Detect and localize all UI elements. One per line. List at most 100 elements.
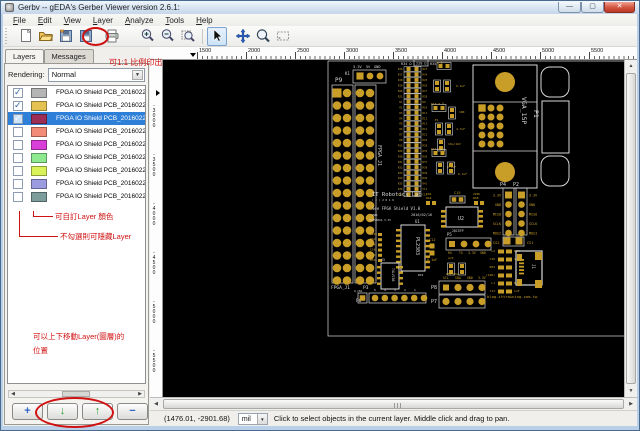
rendering-select[interactable]: Normal ▼ (47, 67, 145, 82)
layer-visibility-checkbox[interactable] (13, 126, 23, 137)
layer-visibility-checkbox[interactable] (13, 152, 23, 163)
layer-visibility-checkbox[interactable] (13, 178, 23, 189)
annotation-hide-note: 不勾選則可隱藏Layer (60, 232, 132, 241)
layer-row-2[interactable]: FPGA IO Shield PCB_20160225- (8, 99, 145, 112)
layer-color-swatch[interactable] (31, 87, 47, 98)
open-button[interactable] (36, 27, 56, 46)
layer-visibility-checkbox[interactable] (13, 139, 23, 150)
pcb-label: P2 (513, 182, 519, 188)
zoom-out-button[interactable] (158, 27, 178, 46)
scroll-left-arrow-icon[interactable]: ◀ (150, 398, 162, 410)
scroll-left-arrow-icon[interactable]: ◀ (9, 391, 17, 397)
layer-color-swatch[interactable] (31, 113, 47, 124)
canvas-vscrollbar[interactable]: ▲ ▼ (624, 60, 637, 397)
pcb-label: E1 (435, 118, 439, 122)
layer-row-4[interactable]: FPGA IO Shield PCB_20160225- (8, 125, 145, 138)
v-ruler-position-marker (156, 90, 160, 96)
hscrollbar-thumb[interactable] (163, 399, 624, 409)
layer-color-swatch[interactable] (31, 126, 47, 137)
pcb-pin (399, 266, 403, 269)
pcb-silkscreen-outline (400, 224, 426, 272)
add-layer-button[interactable]: + (12, 403, 43, 420)
pcb-label: R38 (423, 165, 428, 169)
menu-tools[interactable]: Tools (159, 16, 190, 25)
minimize-button[interactable]: — (558, 2, 581, 13)
canvas-hscrollbar[interactable]: ◀ ▶ (150, 397, 637, 410)
pcb-pad (414, 186, 419, 191)
menu-help[interactable]: Help (190, 16, 218, 25)
tab-messages[interactable]: Messages (43, 49, 94, 63)
title-bar[interactable]: Gerbv -- gEDA's Gerber Viewer version 2.… (1, 1, 639, 14)
zoom-in-button[interactable] (138, 27, 158, 46)
layer-row-3[interactable]: FPGA IO Shield PCB_20160225- (8, 112, 145, 125)
pcb-label: 5 (374, 288, 376, 292)
chevron-down-icon[interactable]: ▼ (256, 413, 267, 424)
revert-button[interactable] (56, 27, 76, 46)
pcb-pad (342, 138, 352, 148)
scroll-right-arrow-icon[interactable]: ▶ (625, 398, 637, 410)
save-button[interactable] (76, 27, 96, 46)
unit-select[interactable]: mil ▼ (237, 412, 268, 425)
move-layer-down-button[interactable]: ↓ (47, 403, 78, 420)
menu-analyze[interactable]: Analyze (119, 16, 159, 25)
chevron-down-icon[interactable]: ▼ (132, 69, 143, 80)
layer-row-6[interactable]: FPGA IO Shield PCB_20160225- (8, 151, 145, 164)
layer-visibility-checkbox[interactable] (13, 191, 23, 202)
vscrollbar-thumb[interactable] (626, 73, 636, 384)
menu-edit[interactable]: Edit (32, 16, 58, 25)
scrollbar-thumb[interactable] (62, 391, 90, 397)
print-button[interactable] (102, 27, 122, 46)
menu-layer[interactable]: Layer (87, 16, 119, 25)
layer-color-swatch[interactable] (31, 152, 47, 163)
layer-row-8[interactable]: FPGA IO Shield PCB_20160225. (8, 177, 145, 190)
menu-view[interactable]: View (58, 16, 87, 25)
maximize-button[interactable]: ▢ (581, 2, 604, 13)
tab-layers[interactable]: Layers (5, 49, 44, 64)
scroll-down-arrow-icon[interactable]: ▼ (625, 385, 637, 397)
layer-color-swatch[interactable] (31, 100, 47, 111)
menu-file[interactable]: File (7, 16, 32, 25)
pointer-tool-button[interactable] (207, 26, 227, 46)
move-layer-up-button[interactable]: ↑ (82, 403, 113, 420)
pcb-pad (365, 263, 375, 273)
pcb-pad (442, 297, 450, 306)
zoom-fit-button[interactable] (178, 27, 198, 46)
layer-visibility-checkbox[interactable] (13, 87, 23, 98)
layer-row-1[interactable]: FPGA IO Shield PCB_20160225- (8, 86, 145, 99)
pcb-pin (399, 282, 403, 285)
layer-list-hscrollbar[interactable]: ◀ ▶ (8, 390, 145, 398)
layer-visibility-checkbox[interactable] (13, 113, 23, 124)
layer-color-swatch[interactable] (31, 165, 47, 176)
revert-icon (59, 29, 72, 42)
close-button[interactable]: ✕ (604, 2, 635, 13)
zoom-tool-button[interactable] (253, 27, 273, 46)
scroll-up-arrow-icon[interactable]: ▲ (625, 60, 637, 72)
layer-row-9[interactable]: FPGA IO Shield PCB_20160225- (8, 190, 145, 203)
pcb-pad (381, 294, 389, 302)
measure-tool-button[interactable] (273, 27, 293, 46)
layer-color-swatch[interactable] (31, 191, 47, 202)
layer-row-7[interactable]: FPGA IO Shield PCB_20160225- (8, 164, 145, 177)
layer-color-swatch[interactable] (31, 178, 47, 189)
layer-visibility-checkbox[interactable] (13, 100, 23, 111)
v-ruler-label: -5000 (151, 299, 157, 324)
pcb-pad (414, 148, 419, 153)
remove-layer-button[interactable]: − (117, 403, 148, 420)
pcb-label: 0.1uF (458, 172, 467, 176)
layer-row-5[interactable]: FPGA IO Shield PCB_20160225- (8, 138, 145, 151)
pcb-pad (496, 140, 504, 148)
pcb-pin (396, 250, 401, 253)
pan-tool-button[interactable] (233, 27, 253, 46)
pcb-label: 0 Ω (437, 61, 443, 65)
pcb-label: P5 (447, 232, 452, 237)
pcb-label: R14 (423, 127, 428, 131)
zoom-fit-icon (181, 30, 195, 42)
pcb-label: R41 0 Ω (431, 147, 444, 151)
pcb-label: R32 (398, 165, 403, 169)
new-button[interactable] (16, 27, 36, 46)
scroll-right-arrow-icon[interactable]: ▶ (136, 391, 144, 397)
layer-color-swatch[interactable] (31, 139, 47, 150)
layer-visibility-checkbox[interactable] (13, 165, 23, 176)
pcb-canvas[interactable]: P9 FPGA_J1 FPGA_J1 P3 3.3V 5V GND K1 R16 R23 R17 R2… (163, 60, 624, 397)
pcb-label: MOSI (529, 232, 537, 236)
